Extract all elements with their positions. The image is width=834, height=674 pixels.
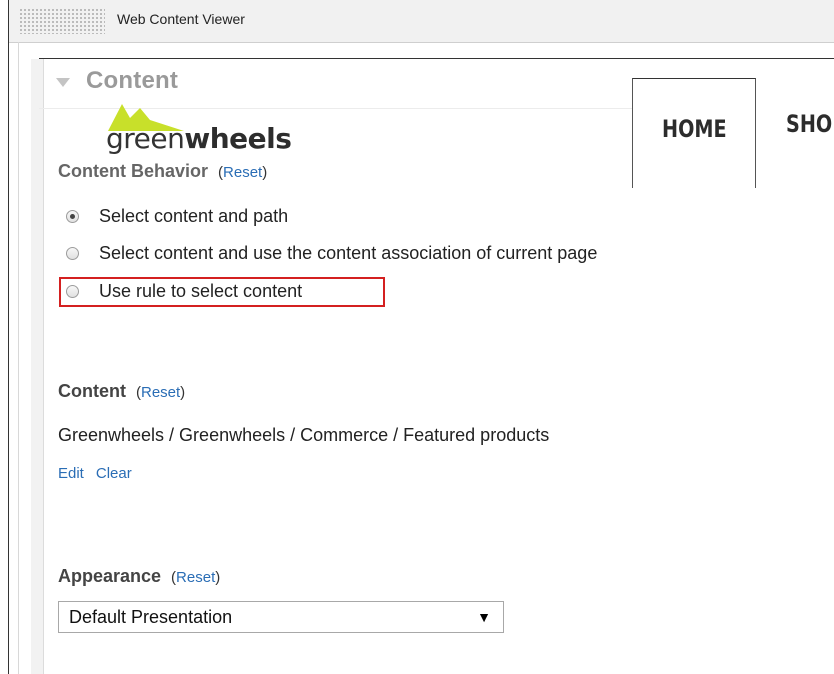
portlet-frame: Web Content Viewer Content greenwheels H… (8, 0, 834, 674)
content-section-header[interactable]: Content (56, 67, 178, 95)
content-behavior-reset-link[interactable]: (Reset) (218, 164, 267, 181)
edit-link[interactable]: Edit (58, 465, 84, 482)
radio-content-association[interactable]: Select content and use the content assoc… (66, 243, 597, 264)
presentation-select-value: Default Presentation (69, 606, 233, 627)
side-strip (31, 59, 44, 674)
nav-tab-shop-label: SHOP (786, 110, 834, 138)
portlet-title: Web Content Viewer (117, 11, 245, 27)
appearance-reset-link[interactable]: (Reset) (171, 569, 220, 586)
radio-button[interactable] (66, 247, 79, 260)
content-top-border (39, 58, 834, 59)
radio-label: Select content and path (99, 206, 289, 226)
highlight-annotation-box (59, 277, 385, 307)
greenwheels-logo: greenwheels (106, 98, 306, 158)
appearance-heading-row: Appearance (Reset) (58, 566, 220, 587)
clear-link[interactable]: Clear (96, 465, 132, 482)
radio-button-checked[interactable] (66, 210, 79, 223)
nav-tab-home[interactable]: HOME (632, 78, 756, 188)
radio-select-content-and-path[interactable]: Select content and path (66, 206, 288, 227)
collapse-triangle-icon[interactable] (56, 77, 70, 87)
content-actions: Edit Clear (58, 465, 132, 482)
frame-divider (18, 42, 19, 674)
content-path: Greenwheels / Greenwheels / Commerce / F… (58, 425, 550, 445)
appearance-heading: Appearance (58, 566, 162, 586)
content-behavior-heading: Content Behavior (58, 161, 209, 181)
logo-text: greenwheels (106, 122, 292, 155)
presentation-select[interactable]: Default Presentation ▼ (58, 601, 504, 633)
content-heading: Content (58, 381, 126, 401)
dropdown-arrow-icon[interactable]: ▼ (477, 609, 491, 625)
radio-label: Select content and use the content assoc… (99, 243, 598, 263)
content-reset-link[interactable]: (Reset) (136, 384, 185, 401)
portlet-title-bar[interactable]: Web Content Viewer (9, 0, 834, 43)
drag-handle[interactable] (19, 8, 105, 34)
content-behavior-heading-row: Content Behavior (Reset) (58, 161, 267, 182)
section-title: Content (86, 67, 179, 94)
content-heading-row: Content (Reset) (58, 381, 185, 402)
nav-tab-home-label: HOME (662, 115, 727, 143)
nav-tab-shop[interactable]: SHOP (757, 78, 834, 188)
